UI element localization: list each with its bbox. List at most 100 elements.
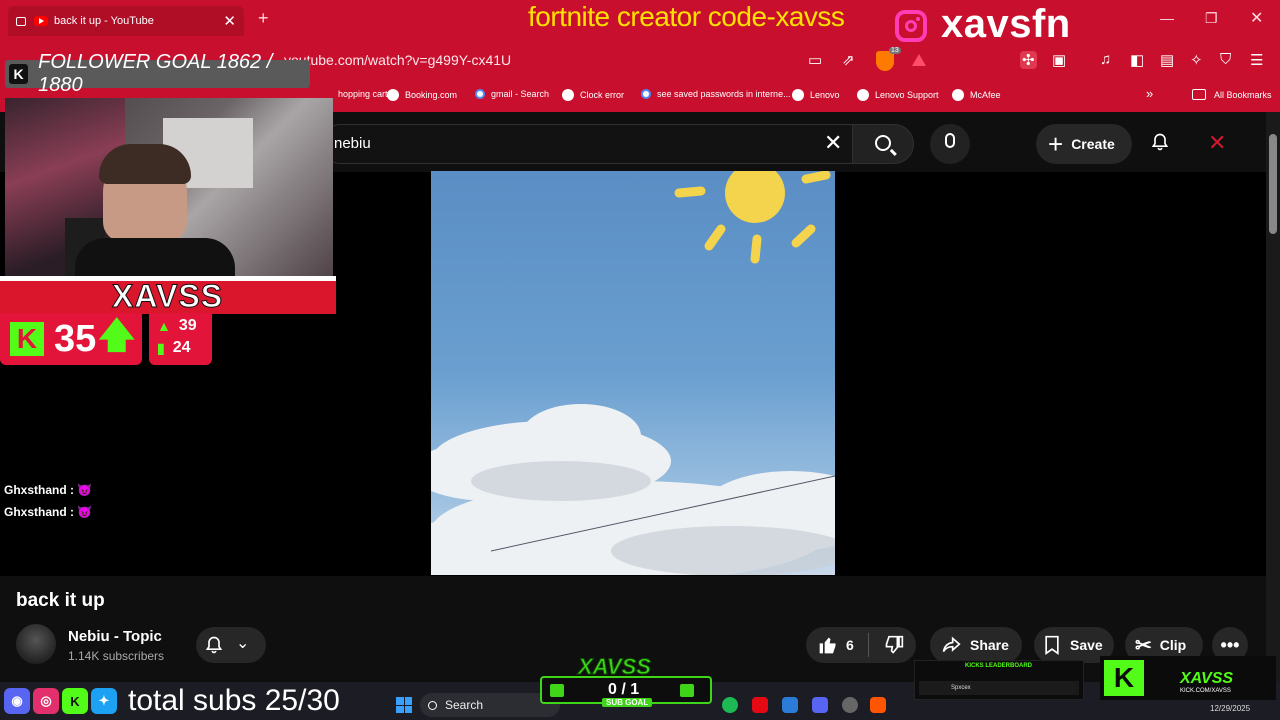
viewer-count-box: K 35 🡅: [0, 313, 142, 365]
tab-title: back it up - YouTube: [54, 15, 154, 27]
like-divider: [868, 633, 869, 657]
search-icon: [428, 700, 437, 710]
menu-icon[interactable]: ☰: [1250, 51, 1263, 69]
bookmark-item[interactable]: hopping cart: [338, 89, 388, 99]
reader-icon[interactable]: ▣: [1052, 51, 1066, 69]
search-button[interactable]: [852, 124, 914, 164]
streamer-shirt: [75, 238, 235, 276]
sub-goal-widget: XAVSS 0 / 1 SUB GOAL: [540, 654, 712, 707]
microphone-icon: [945, 133, 955, 148]
bookmark-item[interactable]: Lenovo Support: [857, 89, 939, 101]
twitter-icon: ✦: [91, 688, 117, 714]
social-icons: ◉ ◎ K ✦: [4, 688, 117, 714]
folder-icon: [1192, 89, 1206, 100]
bookmark-item[interactable]: gmail - Search: [475, 89, 549, 99]
bookmark-icon: [1045, 635, 1059, 655]
netflix-icon[interactable]: [752, 697, 768, 713]
channel-name[interactable]: Nebiu - Topic: [68, 628, 162, 645]
screen: back it up - YouTube ✕ + — ❐ ✕ youtube.c…: [0, 0, 1280, 720]
chat-message: Ghxsthand : 😈: [4, 483, 92, 497]
video-thumbnail-image: [431, 171, 835, 575]
cast-icon[interactable]: ▭: [808, 51, 822, 69]
video-frame[interactable]: [431, 171, 835, 575]
taskbar-date: 12/29/2025: [1210, 704, 1251, 713]
all-bookmarks-button[interactable]: All Bookmarks: [1192, 89, 1272, 100]
voice-search-button[interactable]: [930, 124, 970, 164]
windows-start-icon[interactable]: [396, 697, 412, 713]
like-count: 6: [846, 637, 854, 653]
account-close-icon[interactable]: ✕: [1208, 130, 1226, 156]
devil-emote-icon: 😈: [77, 483, 92, 497]
chat-message: Ghxsthand : 😈: [4, 505, 92, 519]
dislike-button[interactable]: [884, 635, 904, 655]
bookmark-item[interactable]: see saved passwords in interne...: [641, 89, 791, 99]
globe-icon: [952, 89, 964, 101]
brave-rewards-icon[interactable]: [912, 54, 926, 66]
instagram-handle: xavsfn: [941, 2, 1071, 46]
discord-icon: ◉: [4, 688, 30, 714]
spotify-icon[interactable]: [722, 697, 738, 713]
tab-groups-icon[interactable]: [16, 16, 26, 26]
create-button[interactable]: + Create: [1036, 124, 1132, 164]
creator-code-text: fortnite creator code-xavss: [528, 1, 845, 32]
leo-ai-icon[interactable]: ✧: [1190, 51, 1203, 69]
like-button[interactable]: [818, 635, 838, 655]
scrollbar-thumb[interactable]: [1269, 134, 1277, 234]
notifications-icon[interactable]: [1150, 132, 1170, 152]
vpn-icon[interactable]: ⛉: [1220, 51, 1231, 68]
total-subs-text: total subs 25/30: [128, 684, 340, 717]
subscription-notifications-button[interactable]: ⌄: [196, 627, 266, 663]
url-field[interactable]: youtube.com/watch?v=g499Y-cx41U: [284, 52, 511, 68]
share-button[interactable]: Share: [930, 627, 1022, 663]
file-explorer-icon[interactable]: [782, 697, 798, 713]
brave-taskbar-icon[interactable]: [870, 697, 886, 713]
kicks-leaderboard: KICKS LEADERBOARD Spxcex: [914, 660, 1084, 700]
wallet-icon[interactable]: ▤: [1160, 51, 1174, 69]
bookmark-item[interactable]: McAfee: [952, 89, 1001, 101]
brave-shields-icon[interactable]: [876, 51, 894, 71]
clear-search-icon[interactable]: ✕: [824, 130, 842, 156]
channel-subscribers: 1.14K subscribers: [68, 649, 165, 663]
share-icon: [942, 636, 961, 653]
flask-icon: ▲: [157, 318, 171, 334]
channel-avatar[interactable]: [16, 624, 56, 664]
restore-icon[interactable]: ❐: [1205, 10, 1218, 27]
chat-username: Ghxsthand :: [4, 505, 75, 519]
gift-icon: [680, 684, 694, 697]
video-title: back it up: [16, 590, 105, 611]
kick-logo-icon: K: [10, 322, 44, 356]
search-favicon-icon: [641, 89, 651, 99]
share-page-icon[interactable]: ⇗: [842, 51, 855, 69]
globe-icon: [387, 89, 399, 101]
kick-brand-name: XAVSS: [1180, 670, 1234, 687]
music-icon[interactable]: ♫: [1100, 51, 1111, 68]
stats-box: ▲ 39 ▮ 24: [149, 313, 212, 365]
plus-icon: +: [1048, 128, 1064, 159]
kick-url: KICK.COM/XAVSS: [1180, 688, 1231, 694]
page-scrollbar[interactable]: [1266, 112, 1280, 682]
browser-tab[interactable]: back it up - YouTube ✕: [8, 6, 244, 36]
extensions-icon[interactable]: ✣: [1020, 51, 1037, 69]
kick-large-icon: K: [1104, 660, 1144, 696]
close-tab-icon[interactable]: ✕: [223, 12, 236, 30]
devil-emote-icon: 😈: [77, 505, 92, 519]
bookmark-item[interactable]: Booking.com: [387, 89, 457, 101]
discord-taskbar-icon[interactable]: [812, 697, 828, 713]
globe-icon: [562, 89, 574, 101]
close-window-icon[interactable]: ✕: [1250, 8, 1263, 28]
more-bookmarks-button[interactable]: »: [1146, 86, 1153, 101]
new-tab-button[interactable]: +: [258, 8, 269, 29]
kick-small-icon: K: [62, 688, 88, 714]
bar-chart-icon: ▮: [157, 339, 165, 356]
sidebar-icon[interactable]: ◧: [1130, 51, 1144, 69]
youtube-favicon-icon: [34, 16, 48, 26]
stat-top: 39: [178, 317, 197, 334]
minimize-icon[interactable]: —: [1160, 10, 1174, 26]
bookmark-item[interactable]: Clock error: [562, 89, 624, 101]
chat-username: Ghxsthand :: [4, 483, 75, 497]
app-icon[interactable]: [842, 697, 858, 713]
taskbar-search[interactable]: Search: [420, 693, 560, 717]
bookmark-item[interactable]: Lenovo: [792, 89, 840, 101]
bell-icon: [205, 636, 223, 654]
search-input[interactable]: [320, 124, 860, 164]
